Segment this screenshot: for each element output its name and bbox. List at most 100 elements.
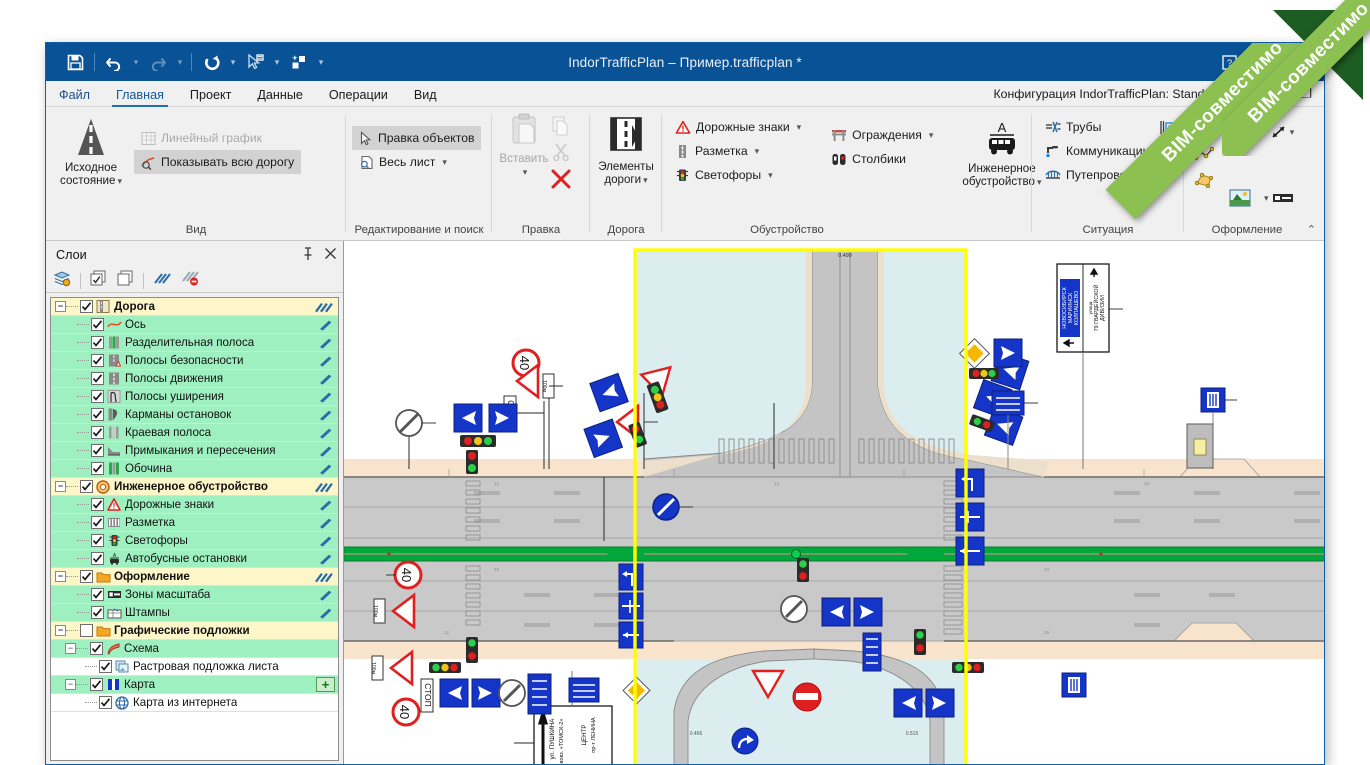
rotate-dropdown-caret[interactable]: ▾ <box>226 47 240 77</box>
lane-configuration-sign-1[interactable] <box>991 390 1025 416</box>
layer-checkbox[interactable] <box>91 444 104 457</box>
layer-row[interactable]: A Автобусные остановки <box>51 550 338 568</box>
traffic-light-horizontal-3[interactable] <box>969 368 999 379</box>
traffic-light-vertical-bottom-2[interactable] <box>466 637 478 663</box>
tab-data[interactable]: Данные <box>244 85 316 106</box>
layer-checkbox[interactable] <box>80 624 93 637</box>
image-caret-icon[interactable]: ▾ <box>1262 185 1302 211</box>
pedestrian-crossing-sign-bottom-4[interactable] <box>853 597 883 627</box>
layer-row[interactable]: Обочина <box>51 460 338 478</box>
dimension-caret-icon[interactable]: ▾ <box>1290 127 1295 138</box>
markings-caret-icon[interactable]: ▾ <box>755 146 760 157</box>
traffic-lights-button[interactable]: Светофоры ▾ <box>668 163 808 187</box>
layer-checkbox[interactable] <box>80 300 93 313</box>
expander-icon[interactable]: − <box>55 481 66 492</box>
close-icon[interactable] <box>324 247 337 263</box>
cursor-select-icon[interactable] <box>240 47 270 77</box>
layer-row[interactable]: Полосы безопасности <box>51 352 338 370</box>
lane-direction-sign-1[interactable] <box>618 563 644 591</box>
edit-objects-button[interactable]: Правка объектов <box>352 126 482 150</box>
layer-row[interactable]: Разделительная полоса <box>51 334 338 352</box>
tab-file[interactable]: Файл <box>46 85 103 106</box>
barriers-button[interactable]: Ограждения ▾ <box>824 123 940 147</box>
road-plan-drawing[interactable]: 0.499 0.466 0.515 40 100м 40 100м НОВОСИ… <box>344 241 1324 765</box>
point-icon[interactable] <box>1190 115 1218 141</box>
text-aa-icon[interactable]: Aa <box>1220 115 1260 149</box>
warning-icon[interactable]: ! <box>1235 83 1257 105</box>
tab-operations[interactable]: Операции <box>316 85 401 106</box>
prohibition-circle-bottom[interactable] <box>780 595 808 623</box>
layer-checkbox[interactable] <box>91 516 104 529</box>
edit-pen-icon[interactable] <box>318 409 334 421</box>
building-icon[interactable] <box>1154 139 1180 163</box>
layer-checkbox[interactable] <box>91 462 104 475</box>
road-signs-button[interactable]: Дорожные знаки ▾ <box>668 115 808 139</box>
expander-icon[interactable]: − <box>65 679 76 690</box>
layer-row[interactable]: − Графические подложки <box>51 622 338 640</box>
edit-pen-icon[interactable] <box>318 445 334 457</box>
pedestrian-crossing-sign-left-2[interactable] <box>344 496 364 524</box>
edit-pen-icon[interactable] <box>318 463 334 475</box>
edit-pen-icon[interactable] <box>318 373 334 385</box>
lane-arrows-sign[interactable] <box>522 583 558 637</box>
turn-right-sign[interactable] <box>731 727 759 755</box>
lane-configuration-sign-2[interactable] <box>568 677 600 703</box>
cut-button[interactable] <box>550 139 572 165</box>
expander-icon[interactable]: − <box>55 625 66 636</box>
copy-button[interactable] <box>550 112 572 139</box>
save-icon[interactable] <box>60 47 90 77</box>
tab-view[interactable]: Вид <box>401 85 450 106</box>
layer-checkbox[interactable] <box>91 606 104 619</box>
layer-checkbox[interactable] <box>91 552 104 565</box>
layer-row[interactable]: Полосы уширения <box>51 388 338 406</box>
delete-button[interactable] <box>550 165 572 193</box>
lane-direction-sign-right-3[interactable] <box>955 536 985 566</box>
edit-pen-group-icon[interactable] <box>314 301 334 313</box>
edit-pen-icon[interactable] <box>318 337 334 349</box>
road-signs-caret-icon[interactable]: ▾ <box>797 122 802 133</box>
layer-row[interactable]: − Дорога <box>51 298 338 316</box>
overpass-button[interactable]: Путепровод ▾ <box>1038 163 1152 187</box>
layer-row[interactable]: − Карта + <box>51 676 338 694</box>
objects-dropdown-caret[interactable]: ▾ <box>314 47 328 77</box>
pin-icon[interactable] <box>302 246 314 264</box>
layer-checkbox[interactable] <box>90 678 103 691</box>
no-stopping-sign[interactable] <box>395 409 423 437</box>
layer-row[interactable]: − Оформление <box>51 568 338 586</box>
source-state-button[interactable]: Исходное состояние ▾ <box>52 112 130 188</box>
edit-pen-icon[interactable] <box>318 553 334 565</box>
pedestrian-sign-right[interactable] <box>1200 387 1226 413</box>
edit-pen-icon[interactable] <box>318 535 334 547</box>
layer-row[interactable]: Дорожные знаки <box>51 496 338 514</box>
pedestrian-crossing-sign-bottom-3[interactable] <box>821 597 851 627</box>
polyline-icon[interactable] <box>1190 141 1218 167</box>
pedestrian-crossing-sign-right[interactable] <box>488 403 518 433</box>
ribbon-restore-button[interactable]: ❐ <box>1296 86 1316 102</box>
layer-checkbox[interactable] <box>80 480 93 493</box>
pedestrian-crossing-sign-bottom-2[interactable] <box>925 688 955 718</box>
layer-row[interactable]: Разметка <box>51 514 338 532</box>
direction-guide-sign[interactable]: НОВОСИБИРСК МАРИИНСК КОЛПАШЕВО улица 79 … <box>1056 263 1110 353</box>
distance-plate-2[interactable]: 100м <box>372 598 386 624</box>
paste-button[interactable]: Вставить ▾ <box>498 109 550 179</box>
disable-edit-all-icon[interactable] <box>177 270 203 291</box>
whole-sheet-button[interactable]: Весь лист ▾ <box>352 150 481 174</box>
edit-pen-icon[interactable] <box>318 607 334 619</box>
layer-properties-icon[interactable] <box>50 270 75 292</box>
layer-row[interactable]: Краевая полоса <box>51 424 338 442</box>
layer-checkbox[interactable] <box>90 642 103 655</box>
restore-icon[interactable] <box>1246 46 1280 78</box>
help-icon[interactable]: ? <box>1212 46 1246 78</box>
edit-pen-icon[interactable] <box>318 427 334 439</box>
bus-stop-pavilion[interactable] <box>1186 423 1214 469</box>
ribbon-minimize-button[interactable]: — <box>1270 87 1291 102</box>
dimension-arrow-icon[interactable]: ▾ <box>1262 115 1302 149</box>
pipes-button[interactable]: Трубы <box>1038 115 1152 139</box>
warning-caret-icon[interactable]: ▾ <box>1261 89 1266 100</box>
no-entry-sign[interactable] <box>792 682 822 712</box>
edit-pen-icon[interactable] <box>318 517 334 529</box>
edit-pen-icon[interactable] <box>318 319 334 331</box>
bollards-button[interactable]: Столбики <box>824 147 940 171</box>
expander-icon[interactable]: − <box>65 643 76 654</box>
no-parking-sign[interactable] <box>652 493 680 521</box>
